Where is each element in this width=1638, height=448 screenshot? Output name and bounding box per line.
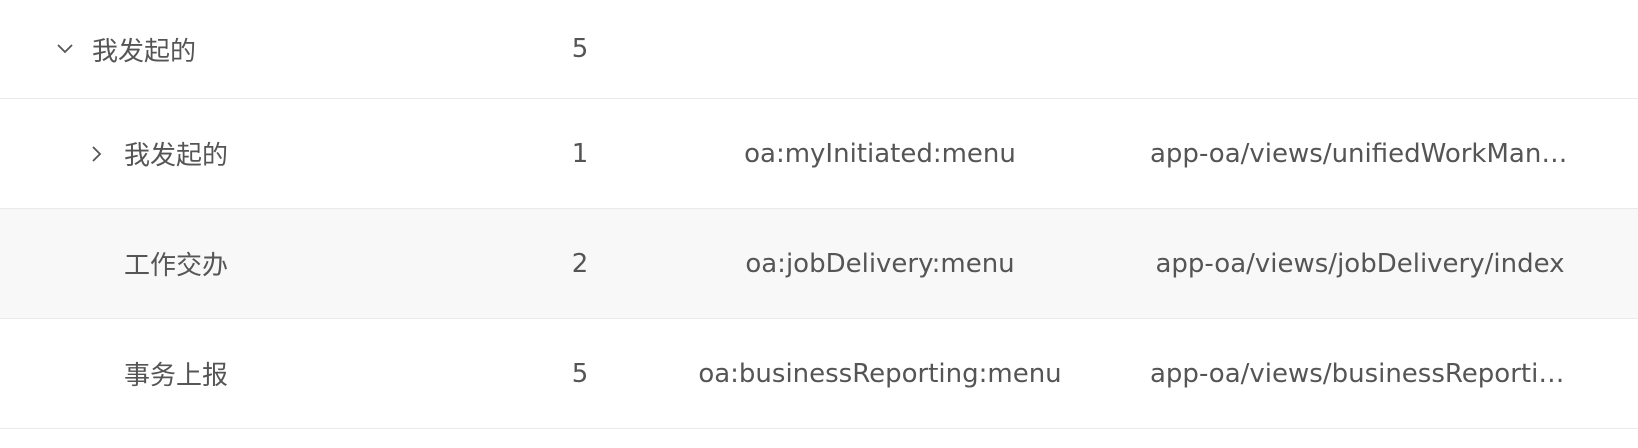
permission-cell: oa:myInitiated:menu [744, 138, 1016, 169]
permission-cell: oa:businessReporting:menu [698, 358, 1062, 389]
name-cell: 事务上报 [0, 319, 520, 428]
table-row[interactable]: 我发起的 5 [0, 0, 1638, 99]
order-cell: 5 [571, 358, 589, 389]
table-row[interactable]: 我发起的 1 oa:myInitiated:menu app-oa/views/… [0, 99, 1638, 209]
component-cell: app-oa/views/unifiedWorkMana… [1120, 99, 1600, 208]
component-cell: app-oa/views/businessReportin… [1120, 319, 1600, 428]
chevron-down-icon[interactable] [54, 38, 76, 60]
component-path: app-oa/views/unifiedWorkMana… [1150, 138, 1570, 169]
chevron-right-icon[interactable] [86, 143, 108, 165]
menu-name: 我发起的 [124, 141, 229, 171]
permission-cell [660, 0, 1100, 98]
component-path: app-oa/views/businessReportin… [1150, 358, 1570, 389]
order-cell: 2 [571, 248, 589, 279]
menu-tree-table: 我发起的 5 我发起的 1 oa:myInitiated:menu app-oa… [0, 0, 1638, 429]
component-cell: app-oa/views/jobDelivery/index [1120, 209, 1600, 318]
name-cell: 我发起的 [0, 99, 520, 208]
permission-cell: oa:jobDelivery:menu [745, 248, 1015, 279]
order-cell: 1 [571, 138, 589, 169]
menu-name: 工作交办 [124, 251, 229, 281]
component-path: app-oa/views/jobDelivery/index [1155, 248, 1565, 279]
table-row[interactable]: 工作交办 2 oa:jobDelivery:menu app-oa/views/… [0, 209, 1638, 319]
order-cell: 5 [571, 34, 589, 64]
table-row[interactable]: 事务上报 5 oa:businessReporting:menu app-oa/… [0, 319, 1638, 429]
component-cell [1120, 0, 1600, 98]
name-cell: 我发起的 [0, 0, 520, 98]
name-cell: 工作交办 [0, 209, 520, 318]
menu-name: 我发起的 [92, 36, 197, 67]
menu-name: 事务上报 [124, 361, 229, 391]
